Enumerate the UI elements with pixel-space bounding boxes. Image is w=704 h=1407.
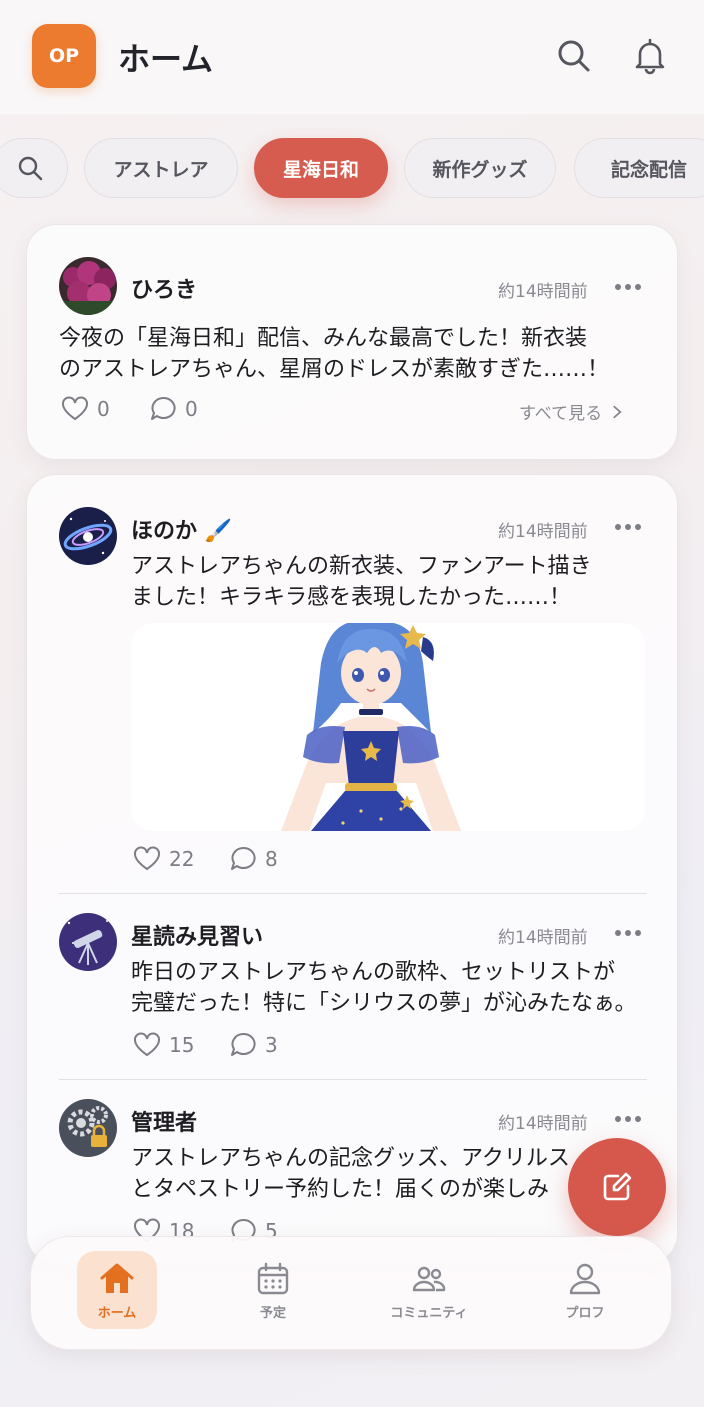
fanart-illustration <box>281 623 461 831</box>
avatar[interactable] <box>59 257 117 315</box>
see-all-label: すべて見る <box>519 404 603 424</box>
heart-icon <box>134 1032 160 1057</box>
post-username[interactable]: ほのか 🖌️ <box>131 513 232 545</box>
chip-new-goods[interactable]: 新作グッズ <box>404 138 556 198</box>
comment-button[interactable]: 3 <box>229 1031 278 1059</box>
chip-search[interactable] <box>0 138 68 198</box>
post-username[interactable]: ひろき <box>131 272 197 304</box>
divider <box>59 1079 647 1080</box>
profile-icon <box>569 1263 601 1294</box>
post-image[interactable] <box>131 623 645 831</box>
post-text-line: 完璧だった！特に「シリウスの夢」が沁みたなぁ。 <box>131 991 637 1016</box>
post-text-line: アストレアちゃんの新衣装、ファンアート描き <box>131 554 592 579</box>
like-button[interactable]: 15 <box>133 1031 194 1059</box>
nav-schedule[interactable]: 予定 <box>233 1251 313 1329</box>
post-text-line: アストレアちゃんの記念グッズ、アクリルス <box>131 1146 570 1171</box>
nav-home[interactable]: ホーム <box>77 1251 157 1329</box>
filter-chips: アストレア 星海日和 新作グッズ 記念配信 <box>0 138 704 200</box>
avatar[interactable] <box>59 507 117 565</box>
compose-button[interactable] <box>568 1138 666 1236</box>
chip-anniversary-stream[interactable]: 記念配信 <box>574 138 704 198</box>
comment-icon <box>151 396 176 420</box>
heart-icon <box>62 396 88 421</box>
see-all-link[interactable]: すべて見る <box>519 399 622 424</box>
like-count: 22 <box>169 847 195 871</box>
post-text: 昨日のアストレアちゃんの歌枠、セットリストが 完璧だった！特に「シリウスの夢」が… <box>131 957 637 1019</box>
nav-label: ホーム <box>97 1305 137 1321</box>
app-header: OP ホーム <box>0 0 704 114</box>
post-timestamp: 約14時間前 <box>498 928 588 948</box>
bottom-nav: ホーム 予定 コミュニティ プロフ <box>30 1236 672 1350</box>
heart-icon <box>134 846 160 871</box>
home-icon <box>100 1263 134 1293</box>
nav-profile[interactable]: プロフ <box>545 1251 625 1329</box>
post-username[interactable]: 管理者 <box>131 1105 197 1137</box>
chevron-right-icon <box>613 404 622 419</box>
search-icon <box>18 156 43 181</box>
post-text-line: とタペストリー予約した！届くのが楽しみ <box>131 1177 550 1202</box>
comment-count: 0 <box>185 397 198 421</box>
comment-count: 8 <box>265 847 278 871</box>
post-text-line: 今夜の「星海日和」配信、みんな最高でした！新衣装 <box>59 326 588 351</box>
post-text-line: 昨日のアストレアちゃんの歌枠、セットリストが <box>131 960 616 985</box>
post-text: アストレアちゃんの記念グッズ、アクリルス とタペストリー予約した！届くのが楽しみ <box>131 1143 570 1205</box>
post-timestamp: 約14時間前 <box>498 1114 588 1134</box>
comment-icon <box>231 846 256 870</box>
comment-count: 3 <box>265 1033 278 1057</box>
edit-icon <box>603 1172 632 1201</box>
nav-label: 予定 <box>259 1305 286 1321</box>
post-card[interactable]: ひろき 約14時間前 今夜の「星海日和」配信、みんな最高でした！新衣装 のアスト… <box>26 224 678 460</box>
nav-label: プロフ <box>565 1305 605 1321</box>
like-count: 0 <box>97 397 110 421</box>
like-button[interactable]: 0 <box>61 395 110 423</box>
comment-icon <box>231 1032 256 1056</box>
post-timestamp: 約14時間前 <box>498 522 588 542</box>
bell-icon[interactable] <box>630 36 670 76</box>
post-thread-card: ほのか 🖌️ 約14時間前 アストレアちゃんの新衣装、ファンアート描き ました！… <box>26 474 678 1264</box>
chip-astrea[interactable]: アストレア <box>84 138 238 198</box>
app-logo[interactable]: OP <box>32 24 96 88</box>
page-title: ホーム <box>118 40 214 78</box>
post-text-line: ました！キラキラ感を表現したかった……！ <box>131 585 572 610</box>
chip-hoshiumi-biyori[interactable]: 星海日和 <box>254 138 388 198</box>
comment-button[interactable]: 8 <box>229 845 278 873</box>
post-text: アストレアちゃんの新衣装、ファンアート描き ました！キラキラ感を表現したかった…… <box>131 551 592 613</box>
post-timestamp: 約14時間前 <box>498 282 588 302</box>
comment-button[interactable]: 0 <box>149 395 198 423</box>
like-button[interactable]: 22 <box>133 845 194 873</box>
nav-label: コミュニティ <box>390 1305 468 1321</box>
post-username[interactable]: 星読み見習い <box>131 919 263 951</box>
community-icon <box>412 1266 446 1291</box>
divider <box>59 893 647 894</box>
avatar[interactable] <box>59 1099 117 1157</box>
nav-community[interactable]: コミュニティ <box>381 1251 477 1329</box>
more-icon[interactable] <box>613 522 643 532</box>
more-icon[interactable] <box>613 1114 643 1124</box>
more-icon[interactable] <box>613 928 643 938</box>
search-icon[interactable] <box>554 36 594 76</box>
more-icon[interactable] <box>613 282 643 292</box>
calendar-icon <box>257 1262 289 1294</box>
post-text: 今夜の「星海日和」配信、みんな最高でした！新衣装 のアストレアちゃん、星屑のドレ… <box>59 323 609 385</box>
avatar[interactable] <box>59 913 117 971</box>
post-text-line: のアストレアちゃん、星屑のドレスが素敵すぎた……！ <box>59 357 610 382</box>
like-count: 15 <box>169 1033 195 1057</box>
